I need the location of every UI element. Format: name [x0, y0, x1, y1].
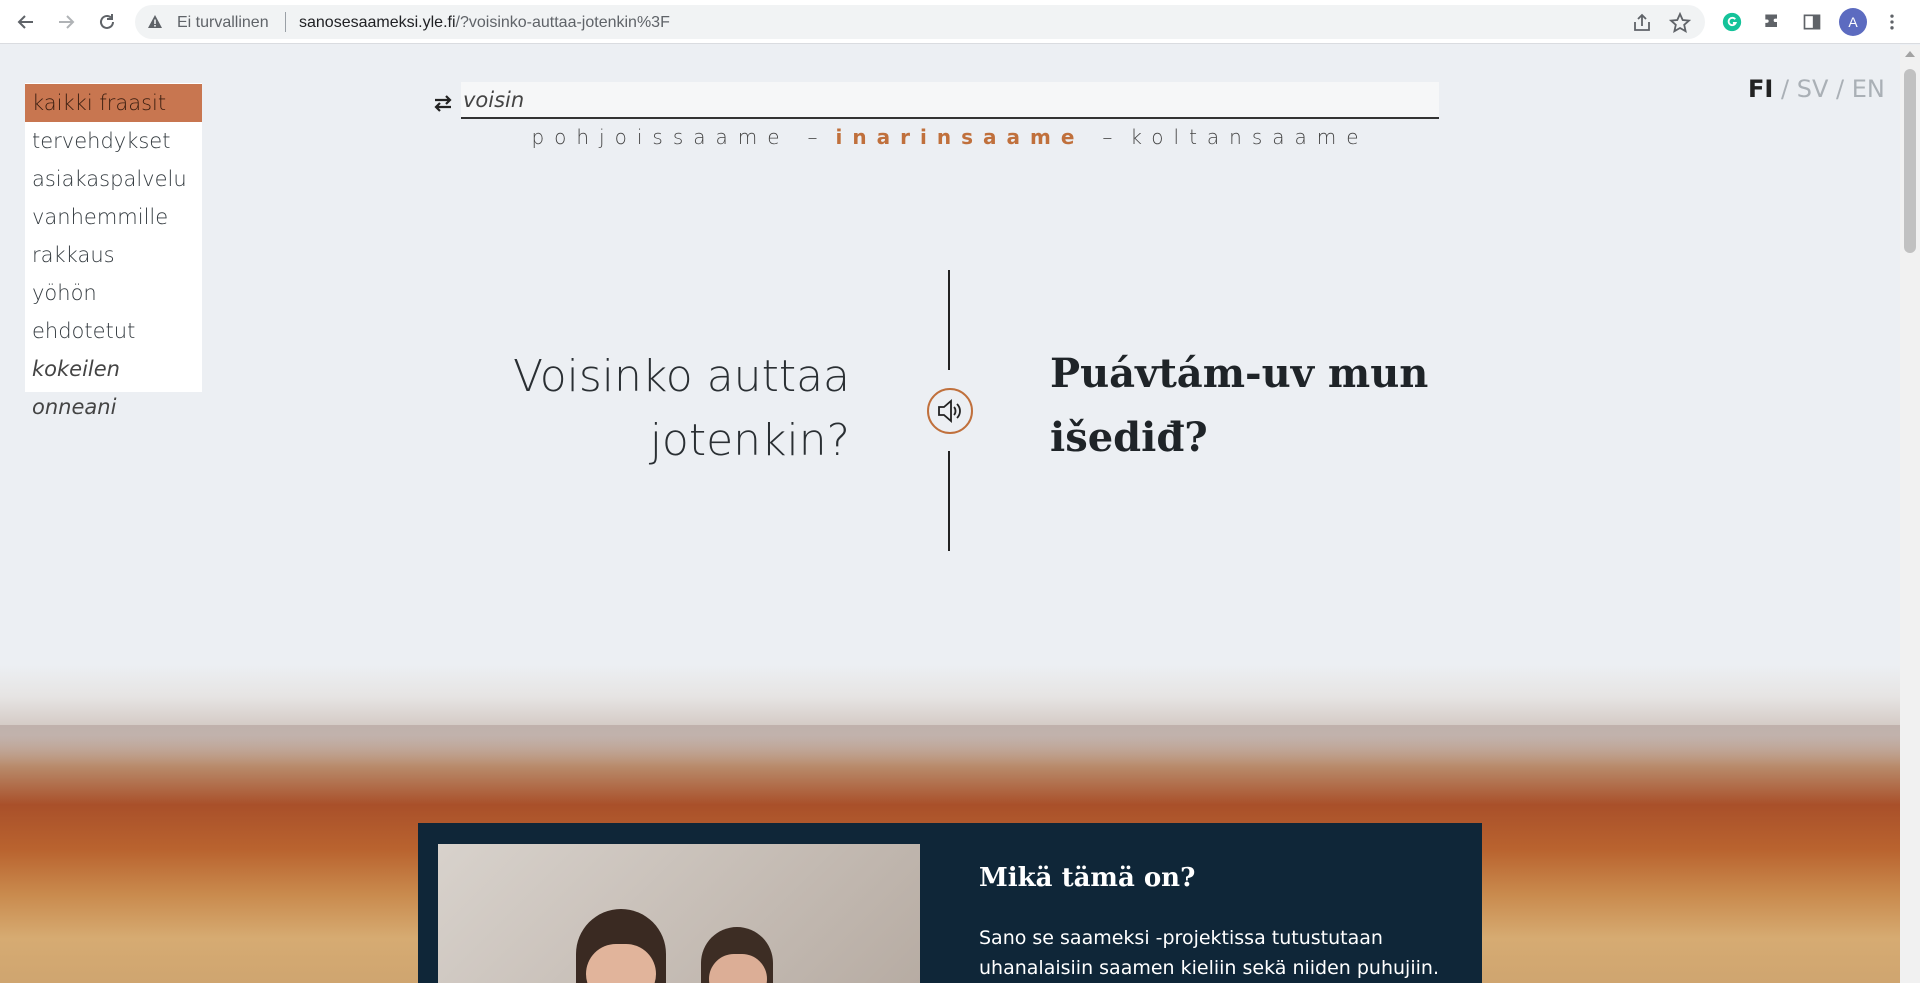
menu-kebab-icon[interactable]: [1880, 10, 1904, 34]
play-audio-button[interactable]: [927, 388, 973, 434]
ui-lang-sv[interactable]: SV: [1797, 75, 1829, 103]
ui-lang-fi[interactable]: FI: [1748, 75, 1773, 103]
reload-icon[interactable]: [93, 8, 121, 36]
finnish-phrase-line2: jotenkin?: [649, 415, 850, 466]
extensions-icon[interactable]: [1760, 10, 1784, 34]
sidebar-item-asiakaspalvelu[interactable]: asiakaspalvelu: [25, 160, 202, 198]
browser-toolbar: Ei turvallinen sanosesaameksi.yle.fi/?vo…: [0, 0, 1920, 44]
lang-option-koltansaame[interactable]: koltansaame: [1130, 125, 1368, 149]
profile-avatar[interactable]: A: [1839, 8, 1867, 36]
forward-icon[interactable]: [52, 8, 80, 36]
sami-language-selector: pohjoissaame – inarinsaame – koltansaame: [461, 125, 1439, 149]
page-scrollbar[interactable]: [1900, 45, 1920, 983]
ui-language-switcher: FI / SV / EN: [1748, 75, 1885, 103]
url-path: /?voisinko-auttaa-jotenkin%3F: [455, 14, 670, 31]
grammarly-icon[interactable]: [1720, 10, 1744, 34]
url-text[interactable]: sanosesaameksi.yle.fi/?voisinko-auttaa-j…: [299, 14, 670, 32]
ui-lang-separator: /: [1780, 75, 1790, 103]
sidebar-item-yohon[interactable]: yöhön: [25, 274, 202, 312]
about-section: Mikä tämä on? Sano se saameksi -projekti…: [418, 823, 1482, 983]
ui-lang-en[interactable]: EN: [1852, 75, 1885, 103]
security-label[interactable]: Ei turvallinen: [177, 14, 269, 32]
category-sidebar: kaikki fraasit tervehdykset asiakaspalve…: [25, 83, 202, 419]
scroll-up-arrow-icon[interactable]: [1905, 51, 1915, 57]
ui-lang-separator: /: [1836, 75, 1845, 103]
sidebar-item-kaikki-fraasit[interactable]: kaikki fraasit: [25, 84, 202, 122]
back-icon[interactable]: [12, 8, 40, 36]
page-content: kaikki fraasit tervehdykset asiakaspalve…: [0, 45, 1900, 983]
lang-option-inarinsaame[interactable]: inarinsaame: [836, 125, 1085, 149]
divider-line-bottom: [948, 451, 950, 551]
divider-line-top: [948, 270, 950, 370]
side-panel-icon[interactable]: [1800, 10, 1824, 34]
url-host: sanosesaameksi.yle.fi: [299, 14, 456, 31]
scrollbar-thumb[interactable]: [1904, 69, 1916, 253]
warning-icon[interactable]: [147, 14, 163, 30]
sidebar-item-ehdotetut[interactable]: ehdotetut: [25, 312, 202, 350]
sidebar-item-kokeilen-onneani[interactable]: kokeilen onneani: [25, 350, 202, 419]
about-title: Mikä tämä on?: [979, 863, 1196, 893]
speaker-icon: [938, 399, 961, 423]
lang-option-pohjoissaame[interactable]: pohjoissaame: [531, 125, 789, 149]
search-input[interactable]: [461, 82, 1439, 119]
sidebar-item-tervehdykset[interactable]: tervehdykset: [25, 122, 202, 160]
lang-separator: –: [807, 125, 818, 149]
sidebar-item-rakkaus[interactable]: rakkaus: [25, 236, 202, 274]
about-text: Sano se saameksi -projektissa tutustutaa…: [979, 927, 1439, 979]
finnish-phrase: Voisinko auttaa jotenkin?: [480, 345, 850, 473]
sami-phrase-line1: Puávtám-uv mun: [1050, 350, 1429, 397]
presenters-photo: [438, 844, 920, 983]
sidebar-item-vanhemmille[interactable]: vanhemmille: [25, 198, 202, 236]
lang-separator: –: [1102, 125, 1113, 149]
divider: [285, 12, 286, 32]
sami-phrase: Puávtám-uv mun išediđ?: [1050, 342, 1470, 470]
finnish-phrase-line1: Voisinko auttaa: [513, 351, 850, 402]
share-icon[interactable]: [1631, 12, 1653, 34]
address-bar[interactable]: Ei turvallinen sanosesaameksi.yle.fi/?vo…: [135, 5, 1705, 39]
sami-phrase-line2: išediđ?: [1050, 414, 1208, 461]
swap-direction-icon[interactable]: [432, 92, 454, 114]
bookmark-star-icon[interactable]: [1669, 12, 1691, 34]
